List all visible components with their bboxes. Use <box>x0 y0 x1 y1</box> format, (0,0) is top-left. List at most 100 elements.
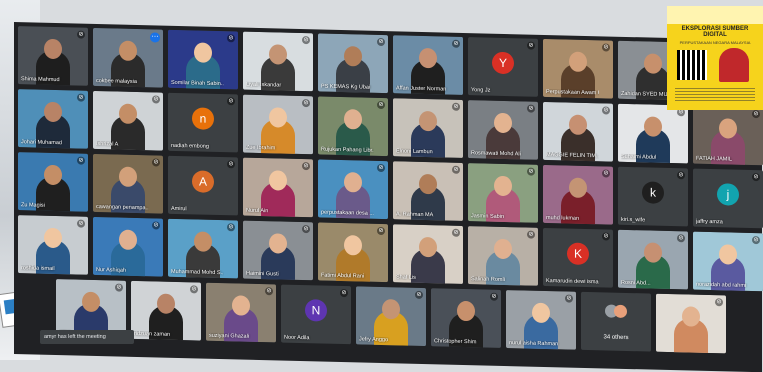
mic-muted-icon: ⊘ <box>152 95 160 104</box>
participant-tile[interactable]: ⊘ ridzuan zaman <box>131 280 201 341</box>
participant-tile[interactable]: ⊘ norazidah abd rahmi <box>693 231 763 292</box>
participant-name: Jefry Anggo <box>359 336 389 344</box>
poster-subtitle: PERPUSTAKAAN NEGARA MALAYSIA <box>679 40 751 45</box>
participant-tile[interactable]: n ⊘ nadiah embong <box>168 92 238 153</box>
participant-tile[interactable]: ⊘ nurul aisha Rahman <box>506 290 576 350</box>
participant-face <box>457 300 475 322</box>
participant-tile[interactable]: ⊘ roshida ismail <box>18 215 88 275</box>
mic-muted-icon: ⊘ <box>77 219 85 228</box>
participant-tile[interactable]: ⊘ Haimini Gusti <box>243 220 313 281</box>
mic-muted-icon: ⊘ <box>677 234 685 243</box>
mic-muted-icon: ⊘ <box>190 285 198 294</box>
others-tile[interactable]: 34 others <box>581 291 651 352</box>
participant-tile[interactable]: ⊘ A. Rahman MA <box>393 161 463 221</box>
participant-tile[interactable]: ⊘ Nurul Ain <box>243 157 313 218</box>
participant-tile[interactable]: ⊘ cawangan penampa... <box>93 153 163 214</box>
mic-muted-icon: ⊘ <box>302 162 310 171</box>
participant-tile[interactable]: ⊘ muhd lukman <box>543 164 613 225</box>
participant-tile[interactable]: ⊘ Rosmawati Mohd Ali <box>468 100 538 160</box>
participant-tile[interactable]: ⊘ <box>656 293 726 354</box>
participant-tile[interactable]: ⋯ cokbee malaysia <box>93 27 163 88</box>
participant-face <box>719 244 737 265</box>
participant-tile[interactable]: ⊘ Affan Juster Norman <box>393 35 463 95</box>
participant-tile[interactable]: ⊘ Elnoni Lambun <box>393 98 463 158</box>
participant-name: kiri.s_wife <box>621 216 646 224</box>
mic-muted-icon: ⊘ <box>602 232 610 241</box>
participant-tile[interactable]: j ⊘ jaffry amza <box>693 168 763 229</box>
mic-muted-icon: ⊘ <box>377 226 385 236</box>
participant-name: Noor Adila <box>284 334 310 342</box>
participant-tile[interactable]: ⊘ Zu Magisi <box>18 152 88 212</box>
participant-tile[interactable]: ⊘ Jasmin Sabin <box>468 163 538 223</box>
mic-muted-icon: ⊘ <box>752 110 760 119</box>
participant-tile[interactable]: ⊘ FATIAH JAMIL <box>693 105 763 166</box>
participant-tile[interactable]: ⊘ Salinah Romli <box>468 226 538 286</box>
participant-name: Somilar Binah Sabin... <box>171 79 224 88</box>
participant-tile[interactable]: ⊘ Shima Mahmud <box>18 26 88 86</box>
participant-tile[interactable]: ⊘ Rosni Abd... <box>618 229 688 290</box>
participant-face <box>119 166 137 188</box>
participant-tile[interactable]: ⊘ Perpustakaan Awam Ulu... <box>543 38 613 99</box>
avatar: j <box>717 183 739 206</box>
avatar: k <box>642 181 664 204</box>
mic-muted-icon: ⊘ <box>752 173 760 182</box>
mic-muted-icon: ⊘ <box>602 169 610 178</box>
mic-muted-icon: ⊘ <box>602 43 610 52</box>
participant-tile[interactable]: ⊘ Nur Ashiqah <box>93 216 163 277</box>
others-avatars <box>605 304 631 319</box>
participant-tile[interactable]: ⊘ Jefry Anggo <box>356 286 426 347</box>
mic-muted-icon: ⊘ <box>452 165 460 174</box>
participant-name: Perpustakaan Awam Ulu... <box>546 89 599 97</box>
mic-muted-icon: ⊘ <box>677 171 685 180</box>
participant-tile[interactable]: k ⊘ kiri.s_wife <box>618 166 688 227</box>
participant-tile[interactable]: ⊘ Rujukan Pahang Libr... <box>318 96 388 157</box>
participant-tile[interactable]: K ⊘ Kamarudin dewi ismail <box>543 227 613 288</box>
participant-name: Shima Mahmud <box>21 76 60 84</box>
participant-tile[interactable]: ⊘ Johari Muhamad <box>18 89 88 149</box>
participant-tile[interactable]: ⊘ Somilar Binah Sabin... <box>168 29 238 90</box>
participant-face <box>419 47 437 69</box>
participant-tile[interactable]: Y ⊘ Yong Jz <box>468 37 538 97</box>
participant-face <box>419 110 437 132</box>
participant-tile[interactable]: ⊘ Liyali Iskandar <box>243 31 313 92</box>
participant-name: suziyani Ghazali <box>209 332 250 340</box>
participant-name: Salinah Romli <box>471 276 505 283</box>
participant-tile[interactable]: ⊘ Muhammad Mohd S... <box>168 218 238 279</box>
avatar: n <box>192 107 214 130</box>
more-options-icon[interactable]: ⋯ <box>150 32 160 43</box>
participant-tile[interactable]: ⊘ Zue Ibrahim <box>243 94 313 155</box>
participant-tile[interactable]: ⊘ Shaf Lis <box>393 224 463 284</box>
participant-tile[interactable]: ⊘ perpustakaan desa ... <box>318 159 388 220</box>
mic-muted-icon: ⊘ <box>227 34 235 43</box>
participant-tile[interactable]: A ⊘ Amirul <box>168 155 238 216</box>
participant-face <box>119 103 137 125</box>
participant-face <box>119 40 137 62</box>
mic-muted-icon: ⊘ <box>752 236 760 245</box>
participant-name: Johari Muhamad <box>21 139 62 147</box>
participant-face <box>269 44 287 65</box>
participant-tile[interactable]: N ⊘ Noor Adila <box>281 284 351 345</box>
participant-face <box>269 170 287 191</box>
avatar: A <box>192 170 214 193</box>
mic-muted-icon: ⊘ <box>415 290 423 299</box>
participant-name: Amirul <box>171 205 187 213</box>
participant-name: roshida ismail <box>21 265 55 272</box>
participant-face <box>569 51 587 73</box>
participant-name: norazidah abd rahmi <box>696 281 747 289</box>
participant-face <box>44 38 62 60</box>
mic-muted-icon: ⊘ <box>340 288 348 298</box>
participant-tile[interactable]: ⊘ Christopher Shim <box>431 288 501 348</box>
participant-face <box>644 242 662 263</box>
participant-tile[interactable]: ⊘ Ishrizal A <box>93 90 163 151</box>
participant-name: Liyali Iskandar <box>246 81 282 89</box>
participant-tile[interactable]: ⊘ suziyani Ghazali <box>206 282 276 343</box>
poster-figure <box>719 48 749 82</box>
participant-tile[interactable]: ⊘ Fatimi Abdul Rani <box>318 222 388 283</box>
participant-tile[interactable]: ⊘ PS KEMAS Kg Ubai <box>318 33 388 94</box>
mic-muted-icon: ⊘ <box>490 292 498 301</box>
participant-face <box>157 293 175 314</box>
participant-tile[interactable]: ⊘ MAGGIE FELIN TIM... <box>543 101 613 162</box>
participant-name: Shaf Lis <box>396 274 416 281</box>
participant-tile[interactable]: ⊘ Suhaimi Abdul <box>618 103 688 164</box>
mic-muted-icon: ⊘ <box>227 160 235 169</box>
